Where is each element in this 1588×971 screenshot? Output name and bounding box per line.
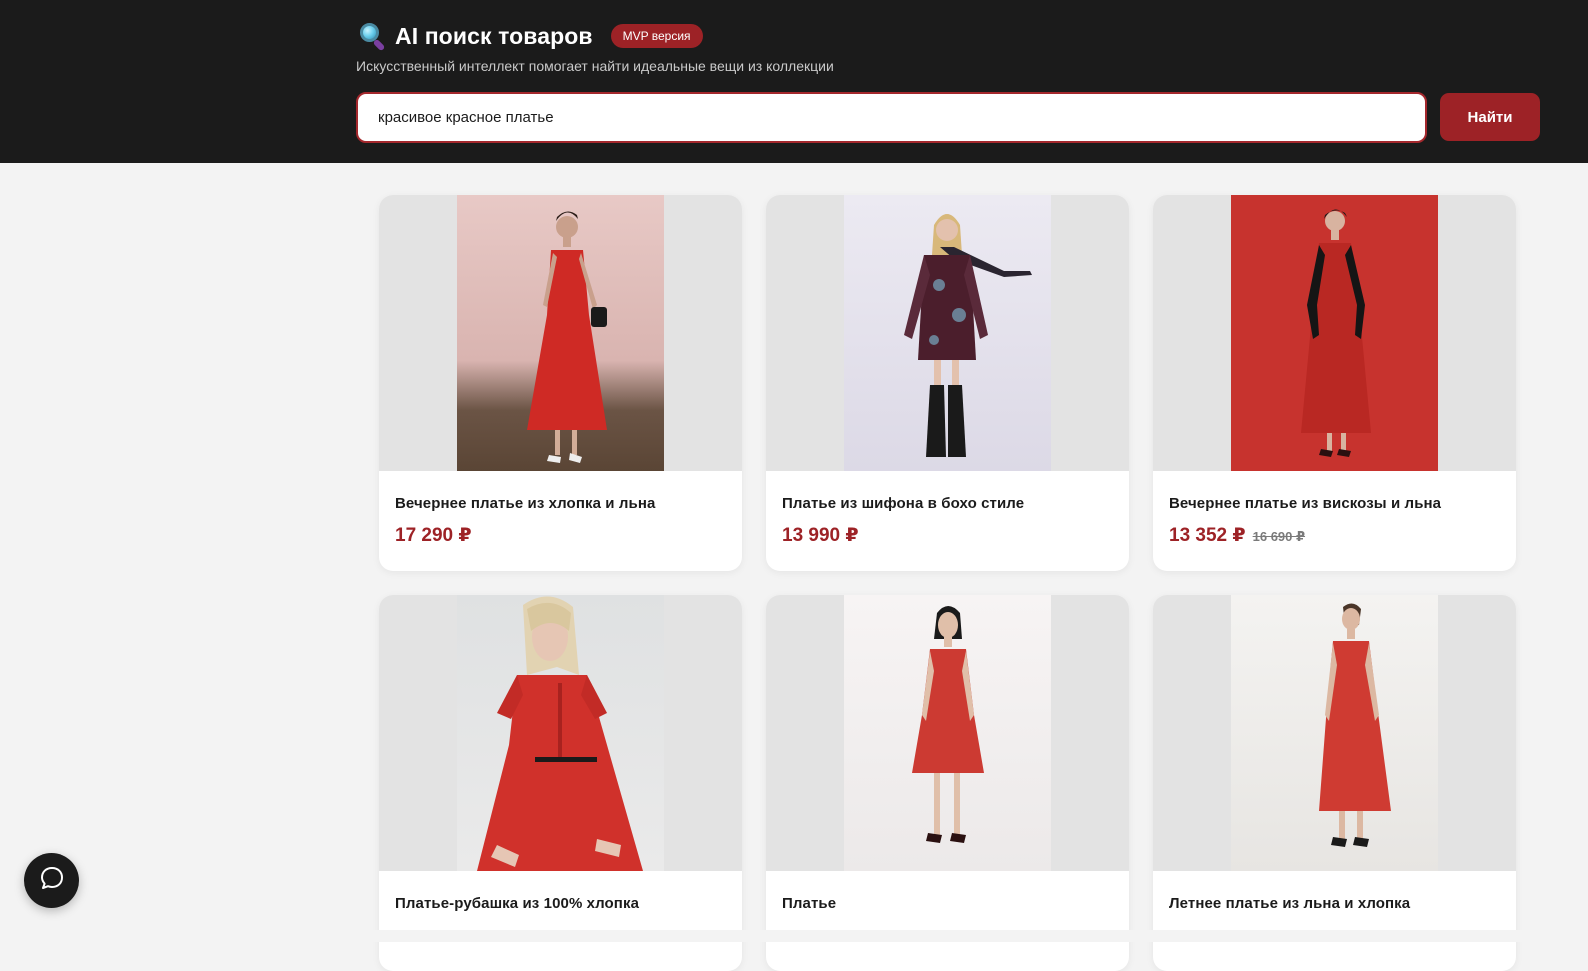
product-image-area bbox=[1153, 195, 1516, 471]
product-name[interactable]: Вечернее платье из хлопка и льна bbox=[395, 495, 655, 512]
page-subtitle: Искусственный интеллект помогает найти и… bbox=[356, 58, 834, 74]
product-price: 13 352 ₽ bbox=[1169, 525, 1246, 546]
product-name[interactable]: Летнее платье из льна и хлопка bbox=[1169, 895, 1410, 912]
product-name[interactable]: Вечернее платье из вискозы и льна bbox=[1169, 495, 1441, 512]
product-card[interactable]: Платье bbox=[766, 595, 1129, 971]
product-image[interactable] bbox=[1231, 195, 1438, 471]
viewport-bottom bbox=[0, 930, 1588, 942]
product-image-area bbox=[766, 595, 1129, 871]
product-name[interactable]: Платье bbox=[782, 895, 836, 912]
product-image-area bbox=[379, 195, 742, 471]
title-row: AI поиск товаров MVP версия bbox=[357, 20, 703, 52]
product-price: 17 290 ₽ bbox=[395, 525, 472, 546]
product-name[interactable]: Платье-рубашка из 100% хлопка bbox=[395, 895, 639, 912]
mvp-badge: MVP версия bbox=[610, 24, 703, 48]
product-card[interactable]: Платье из шифона в бохо стиле 13 990 ₽ bbox=[766, 195, 1129, 571]
price-row: 13 352 ₽ 16 690 ₽ bbox=[1169, 524, 1305, 547]
product-price: 13 990 ₽ bbox=[782, 525, 859, 546]
product-card[interactable]: Вечернее платье из вискозы и льна 13 352… bbox=[1153, 195, 1516, 571]
price-row: 13 990 ₽ bbox=[782, 524, 859, 547]
product-image[interactable] bbox=[457, 595, 664, 871]
price-row: 17 290 ₽ bbox=[395, 524, 472, 547]
product-name[interactable]: Платье из шифона в бохо стиле bbox=[782, 495, 1024, 512]
product-image[interactable] bbox=[457, 195, 664, 471]
product-image-area bbox=[766, 195, 1129, 471]
product-old-price: 16 690 ₽ bbox=[1252, 529, 1306, 544]
product-image[interactable] bbox=[844, 595, 1051, 871]
search-input[interactable] bbox=[356, 92, 1427, 143]
product-image-area bbox=[1153, 595, 1516, 871]
product-card[interactable]: Летнее платье из льна и хлопка bbox=[1153, 595, 1516, 971]
chat-bubble-icon bbox=[39, 865, 65, 896]
chat-button[interactable] bbox=[24, 853, 79, 908]
product-image[interactable] bbox=[1231, 595, 1438, 871]
product-card[interactable]: Вечернее платье из хлопка и льна 17 290 … bbox=[379, 195, 742, 571]
product-card[interactable]: Платье-рубашка из 100% хлопка bbox=[379, 595, 742, 971]
page-title: AI поиск товаров bbox=[395, 22, 593, 49]
search-button[interactable]: Найти bbox=[1440, 93, 1540, 141]
header: AI поиск товаров MVP версия Искусственны… bbox=[0, 0, 1588, 163]
product-image-area bbox=[379, 595, 742, 871]
magnifying-glass-icon bbox=[357, 21, 387, 52]
product-image[interactable] bbox=[844, 195, 1051, 471]
